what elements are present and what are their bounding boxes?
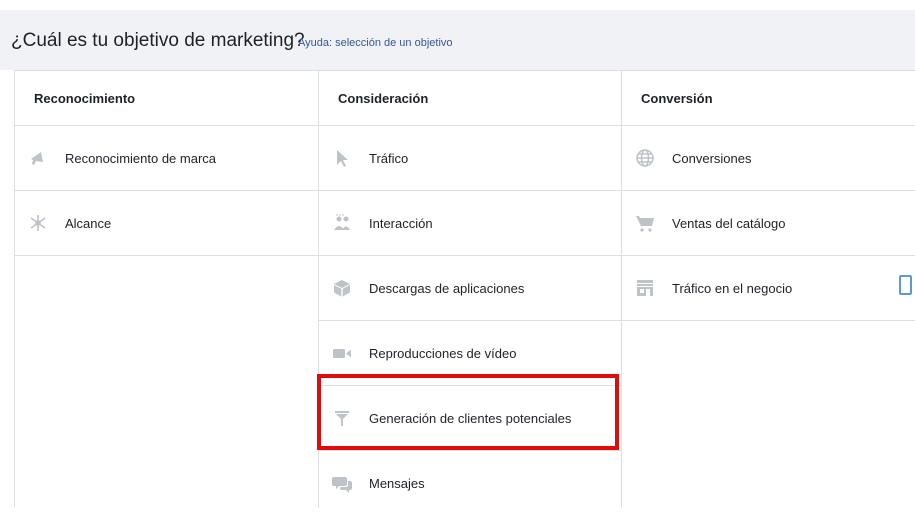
objective-catalog-sales[interactable]: Ventas del catálogo xyxy=(622,191,915,256)
selection-highlight xyxy=(317,374,619,450)
chat-bubbles-icon xyxy=(332,474,352,494)
objective-conversions[interactable]: Conversiones xyxy=(622,126,915,191)
box-icon xyxy=(332,278,352,298)
shopping-cart-icon xyxy=(635,213,655,233)
megaphone-icon xyxy=(28,148,48,168)
objective-label: Tráfico xyxy=(369,150,409,166)
objective-label: Conversiones xyxy=(672,150,752,166)
column-header: Consideración xyxy=(319,71,621,126)
objective-store-traffic[interactable]: Tráfico en el negocio xyxy=(622,256,915,321)
objective-header: ¿Cuál es tu objetivo de marketing? Ayuda… xyxy=(0,0,915,70)
column-header: Reconocimiento xyxy=(15,71,318,126)
objective-messages[interactable]: Mensajes xyxy=(319,451,621,516)
objective-label: Mensajes xyxy=(369,476,425,491)
objective-brand-awareness[interactable]: Reconocimiento de marca xyxy=(15,126,318,191)
objective-label: Tráfico en el negocio xyxy=(672,280,793,296)
objective-label: Descargas de aplicaciones xyxy=(369,280,525,296)
objective-label: Ventas del catálogo xyxy=(672,215,786,231)
cursor-icon xyxy=(332,148,352,168)
column-reconocimiento: Reconocimiento Reconocimiento de marca A… xyxy=(15,71,319,508)
objective-question: ¿Cuál es tu objetivo de marketing? xyxy=(11,30,305,51)
help-link[interactable]: Ayuda: selección de un objetivo xyxy=(298,37,453,49)
objective-reach[interactable]: Alcance xyxy=(15,191,318,256)
video-camera-icon xyxy=(332,343,352,363)
column-header: Conversión xyxy=(622,71,915,126)
objective-label: Reconocimiento de marca xyxy=(65,150,217,166)
objective-app-installs[interactable]: Descargas de aplicaciones xyxy=(319,256,621,321)
objective-engagement[interactable]: Interacción xyxy=(319,191,621,256)
reach-icon xyxy=(28,213,48,233)
info-icon[interactable] xyxy=(899,275,912,295)
objective-label: Alcance xyxy=(65,215,112,231)
people-icon xyxy=(332,213,352,233)
store-icon xyxy=(635,278,655,298)
objective-label: Interacción xyxy=(369,215,433,231)
objective-label: Reproducciones de vídeo xyxy=(369,345,517,361)
column-conversion: Conversión Conversiones Ventas del catál… xyxy=(622,71,915,508)
objective-traffic[interactable]: Tráfico xyxy=(319,126,621,191)
globe-icon xyxy=(635,148,655,168)
